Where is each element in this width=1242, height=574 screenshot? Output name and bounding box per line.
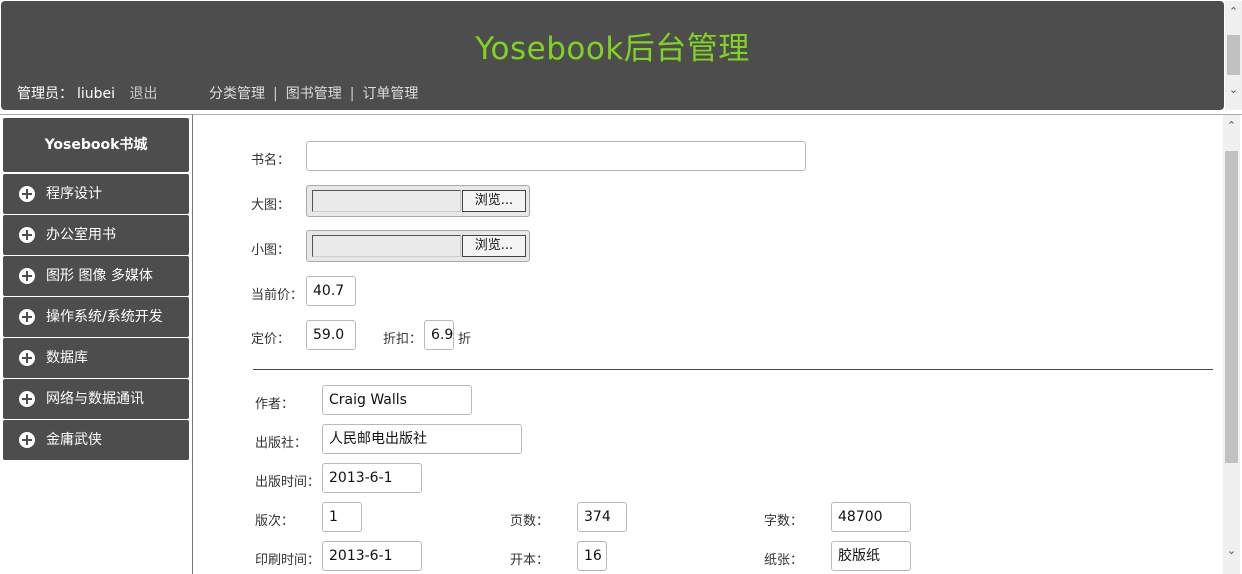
edition-label: 版次： bbox=[255, 514, 295, 529]
scroll-down-icon[interactable]: ⌄ bbox=[1225, 81, 1242, 98]
header-banner: Yosebook后台管理 管理员： liubei 退出 分类管理 | 图书管理 | 订单管… bbox=[1, 1, 1224, 110]
sidebar-item-label: 程序设计 bbox=[46, 186, 102, 202]
plus-circle-icon bbox=[19, 186, 35, 202]
pages-input[interactable]: 374 bbox=[577, 502, 627, 532]
discount-unit: 折 bbox=[458, 332, 472, 347]
book-name-input[interactable] bbox=[306, 141, 806, 171]
sidebar-item-office[interactable]: 办公室用书 bbox=[3, 215, 189, 255]
sidebar-item-label: 图形 图像 多媒体 bbox=[46, 268, 153, 284]
plus-circle-icon bbox=[19, 309, 35, 325]
author-input[interactable]: Craig Walls bbox=[322, 385, 472, 415]
words-label: 字数： bbox=[764, 514, 804, 529]
top-frame-scrollbar[interactable]: ⌃ ⌄ bbox=[1225, 1, 1242, 110]
pages-label: 页数： bbox=[510, 514, 550, 529]
publish-time-label: 出版时间： bbox=[255, 475, 321, 490]
scroll-thumb[interactable] bbox=[1225, 151, 1238, 463]
author-label: 作者： bbox=[255, 397, 295, 412]
plus-circle-icon bbox=[19, 268, 35, 284]
publisher-label: 出版社： bbox=[255, 436, 308, 451]
sidebar-title: Yosebook书城 bbox=[3, 118, 189, 172]
nav-order-management[interactable]: 订单管理 bbox=[362, 86, 418, 102]
nav-separator: | bbox=[349, 86, 355, 102]
words-input[interactable]: 48700 bbox=[831, 502, 911, 532]
sidebar-item-label: 网络与数据通讯 bbox=[46, 391, 144, 407]
small-image-label: 小图： bbox=[251, 243, 291, 258]
small-image-browse-button[interactable]: 浏览... bbox=[462, 235, 526, 257]
publisher-input[interactable]: 人民邮电出版社 bbox=[322, 424, 522, 454]
publish-time-input[interactable]: 2013-6-1 bbox=[322, 463, 422, 493]
scroll-down-icon[interactable]: ⌄ bbox=[1223, 542, 1240, 559]
logout-link[interactable]: 退出 bbox=[130, 86, 158, 102]
small-image-file-input[interactable]: 浏览... bbox=[306, 230, 530, 262]
admin-name: liubei bbox=[77, 86, 116, 102]
plus-circle-icon bbox=[19, 391, 35, 407]
list-price-input[interactable]: 59.0 bbox=[306, 320, 356, 350]
print-time-input[interactable]: 2013-6-1 bbox=[322, 541, 422, 571]
nav-separator: | bbox=[273, 86, 278, 102]
current-price-label: 当前价： bbox=[251, 288, 304, 303]
plus-circle-icon bbox=[19, 432, 35, 448]
sidebar-item-label: 操作系统/系统开发 bbox=[46, 309, 163, 325]
big-image-label: 大图： bbox=[251, 198, 291, 213]
book-edit-form: 书名： 大图： 浏览... 小图： 浏览... 当前价： 40.7 定价： 59… bbox=[193, 114, 1242, 574]
sidebar-item-database[interactable]: 数据库 bbox=[3, 338, 189, 378]
current-price-input[interactable]: 40.7 bbox=[306, 276, 356, 306]
paper-label: 纸张： bbox=[764, 553, 804, 568]
sidebar-item-programming[interactable]: 程序设计 bbox=[3, 174, 189, 214]
print-time-label: 印刷时间： bbox=[255, 553, 321, 568]
nav-book-management[interactable]: 图书管理 bbox=[286, 86, 342, 102]
format-input[interactable]: 16 bbox=[577, 541, 607, 571]
edition-input[interactable]: 1 bbox=[322, 502, 362, 532]
top-frame: Yosebook后台管理 管理员： liubei 退出 分类管理 | 图书管理 | 订单管… bbox=[0, 0, 1242, 112]
nav-category-management[interactable]: 分类管理 bbox=[209, 86, 265, 102]
big-image-file-input[interactable]: 浏览... bbox=[306, 185, 530, 217]
sidebar-item-wuxia[interactable]: 金庸武侠 bbox=[3, 420, 189, 460]
big-image-path-field[interactable] bbox=[312, 190, 461, 212]
plus-circle-icon bbox=[19, 350, 35, 366]
discount-label: 折扣： bbox=[383, 332, 423, 347]
sidebar: Yosebook书城 程序设计 办公室用书 图形 图像 多媒体 操作系统/系统开… bbox=[0, 114, 193, 574]
top-nav: 分类管理 | 图书管理 | 订单管理 bbox=[209, 83, 418, 103]
sidebar-item-label: 金庸武侠 bbox=[46, 432, 102, 448]
sidebar-item-network[interactable]: 网络与数据通讯 bbox=[3, 379, 189, 419]
big-image-browse-button[interactable]: 浏览... bbox=[462, 190, 526, 212]
paper-input[interactable]: 胶版纸 bbox=[831, 541, 911, 571]
list-price-label: 定价： bbox=[251, 332, 291, 347]
book-name-label: 书名： bbox=[251, 153, 291, 168]
sidebar-item-label: 数据库 bbox=[46, 350, 88, 366]
section-divider bbox=[253, 369, 1213, 370]
sidebar-item-multimedia[interactable]: 图形 图像 多媒体 bbox=[3, 256, 189, 296]
discount-input[interactable]: 6.9 bbox=[424, 320, 454, 350]
admin-label: 管理员： bbox=[17, 86, 73, 102]
format-label: 开本： bbox=[510, 553, 550, 568]
sidebar-item-label: 办公室用书 bbox=[46, 227, 116, 243]
admin-bar: 管理员： liubei 退出 bbox=[17, 83, 158, 103]
scroll-up-icon[interactable]: ⌃ bbox=[1223, 117, 1240, 134]
small-image-path-field[interactable] bbox=[312, 235, 461, 257]
plus-circle-icon bbox=[19, 227, 35, 243]
main-frame-scrollbar[interactable]: ⌃ ⌄ bbox=[1223, 115, 1240, 574]
site-title: Yosebook后台管理 bbox=[475, 31, 750, 67]
scroll-up-icon[interactable]: ⌃ bbox=[1225, 3, 1242, 20]
sidebar-item-os[interactable]: 操作系统/系统开发 bbox=[3, 297, 189, 337]
scroll-thumb[interactable] bbox=[1227, 35, 1240, 75]
